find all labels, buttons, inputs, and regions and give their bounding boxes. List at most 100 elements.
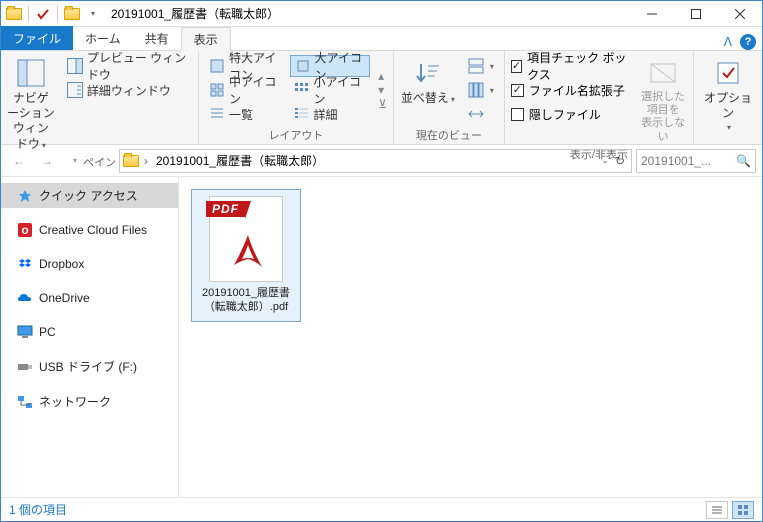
help-icon[interactable]: ?	[740, 34, 756, 50]
nav-up-button[interactable]: ↑	[91, 149, 115, 173]
breadcrumb-folder[interactable]: 20191001_履歴書（転職太郎）	[152, 151, 328, 171]
ribbon-group-layout: 特大アイコン 大アイコン 中アイコン 小アイコン 一覧 詳細 ▴ ▾ ⊻ レイア…	[199, 51, 394, 144]
nav-forward-button[interactable]: →	[35, 149, 59, 173]
sidebar-item-network[interactable]: ネットワーク	[1, 389, 178, 414]
sidebar-item-label: クイック アクセス	[39, 187, 138, 204]
tab-view[interactable]: 表示	[181, 27, 231, 51]
minimize-button[interactable]	[630, 1, 674, 27]
layout-small-label: 小アイコン	[314, 73, 367, 107]
sidebar-item-label: Dropbox	[39, 257, 84, 271]
breadcrumb-sep-icon[interactable]: ›	[144, 154, 148, 168]
group-by-button[interactable]: ▾	[464, 55, 498, 77]
preview-pane-button[interactable]: プレビュー ウィンドウ	[63, 55, 192, 77]
layout-small-button[interactable]: 小アイコン	[290, 79, 371, 101]
quick-access-toolbar: ▾	[1, 5, 105, 23]
view-large-icons-toggle[interactable]	[732, 501, 754, 519]
cc-icon: o	[17, 222, 33, 238]
maximize-button[interactable]	[674, 1, 718, 27]
sidebar-item-label: USB ドライブ (F:)	[39, 358, 137, 375]
qat-dropdown-icon[interactable]: ▾	[83, 5, 101, 23]
ribbon-tabs: ファイル ホーム 共有 表示 ᐱ ?	[1, 27, 762, 51]
sidebar-item-label: Creative Cloud Files	[39, 223, 147, 237]
file-item[interactable]: PDF 20191001_履歴書（転職太郎）.pdf	[191, 189, 301, 322]
file-view[interactable]: PDF 20191001_履歴書（転職太郎）.pdf	[179, 177, 762, 497]
onedrive-icon	[17, 290, 33, 306]
status-item-count: 1 個の項目	[9, 501, 67, 518]
adobe-icon	[228, 231, 268, 275]
ribbon-group-current-view: 並べ替え▾ ▾ ▾ 現在のビュー	[394, 51, 505, 144]
file-extensions-label: ファイル名拡張子	[529, 82, 625, 99]
network-icon	[17, 394, 33, 410]
ribbon-collapse-icon[interactable]: ᐱ	[724, 35, 732, 49]
options-label: オプション	[704, 91, 752, 120]
navigation-pane-label: ナビゲーション ウィンドウ	[7, 91, 55, 151]
close-button[interactable]	[718, 1, 762, 27]
svg-text:o: o	[21, 223, 28, 237]
nav-recent-button[interactable]: ▾	[63, 149, 87, 173]
address-row: ← → ▾ ↑ › 20191001_履歴書（転職太郎） ⌄ ↻ 2019100…	[1, 145, 762, 177]
layout-medium-button[interactable]: 中アイコン	[205, 79, 284, 101]
layout-list-label: 一覧	[229, 106, 253, 123]
address-bar[interactable]: › 20191001_履歴書（転職太郎） ⌄ ↻	[119, 149, 632, 173]
options-button[interactable]: オプション▾	[700, 55, 756, 139]
qat-properties-icon[interactable]	[34, 5, 52, 23]
hide-selected-label: 選択した項目を 表示しない	[639, 91, 687, 144]
preview-pane-label: プレビュー ウィンドウ	[87, 49, 188, 83]
ribbon-group-show-hide: 項目チェック ボックス ファイル名拡張子 隠しファイル 選択した項目を 表示しな…	[505, 51, 694, 144]
sidebar-item-label: PC	[39, 325, 56, 339]
sort-by-button[interactable]: 並べ替え▾	[400, 55, 456, 125]
layout-details-label: 詳細	[314, 106, 338, 123]
hidden-files-checkbox[interactable]: 隠しファイル	[511, 103, 631, 125]
tab-share[interactable]: 共有	[133, 26, 181, 50]
sidebar-item-label: ネットワーク	[39, 393, 111, 410]
layout-details-button[interactable]: 詳細	[290, 103, 371, 125]
details-pane-button[interactable]: 詳細ウィンドウ	[63, 79, 192, 101]
size-columns-button[interactable]	[464, 103, 498, 125]
sidebar-item-onedrive[interactable]: OneDrive	[1, 286, 178, 310]
qat-new-folder-icon[interactable]	[63, 5, 81, 23]
window-title: 20191001_履歴書（転職太郎）	[105, 5, 630, 22]
body: クイック アクセス o Creative Cloud Files Dropbox…	[1, 177, 762, 497]
dropbox-icon	[17, 256, 33, 272]
file-name: 20191001_履歴書（転職太郎）.pdf	[196, 286, 296, 315]
layout-scroll-down-icon[interactable]: ▾	[378, 83, 387, 97]
search-input[interactable]: 20191001_... 🔍	[636, 149, 756, 173]
tab-home[interactable]: ホーム	[73, 26, 133, 50]
status-bar: 1 個の項目	[1, 497, 762, 521]
item-checkboxes-checkbox[interactable]: 項目チェック ボックス	[511, 55, 631, 77]
pc-icon	[17, 324, 33, 340]
hide-selected-button[interactable]: 選択した項目を 表示しない	[639, 55, 687, 144]
file-thumbnail: PDF	[209, 196, 283, 282]
add-columns-button[interactable]: ▾	[464, 79, 498, 101]
sort-by-label: 並べ替え	[401, 91, 449, 105]
refresh-icon[interactable]: ↻	[615, 154, 625, 168]
search-icon: 🔍	[736, 154, 751, 168]
layout-expand-icon[interactable]: ⊻	[378, 97, 387, 111]
sidebar-item-creative-cloud[interactable]: o Creative Cloud Files	[1, 218, 178, 242]
hidden-files-label: 隠しファイル	[529, 106, 601, 123]
sidebar-item-pc[interactable]: PC	[1, 320, 178, 344]
sidebar-item-quick-access[interactable]: クイック アクセス	[1, 183, 178, 208]
view-details-toggle[interactable]	[706, 501, 728, 519]
pdf-badge-icon: PDF	[206, 201, 245, 217]
sidebar-item-label: OneDrive	[39, 291, 90, 305]
group-label-layout: レイアウト	[205, 125, 387, 146]
nav-back-button[interactable]: ←	[7, 149, 31, 173]
ribbon-group-pane: ナビゲーション ウィンドウ▾ プレビュー ウィンドウ 詳細ウィンドウ ペイン	[1, 51, 199, 144]
layout-scroll-up-icon[interactable]: ▴	[378, 69, 387, 83]
ribbon-group-options: オプション▾	[694, 51, 762, 144]
sidebar-item-dropbox[interactable]: Dropbox	[1, 252, 178, 276]
tab-file[interactable]: ファイル	[1, 26, 73, 50]
group-label-current-view: 現在のビュー	[400, 125, 498, 146]
navigation-pane-button[interactable]: ナビゲーション ウィンドウ▾	[7, 55, 55, 152]
ribbon: ナビゲーション ウィンドウ▾ プレビュー ウィンドウ 詳細ウィンドウ ペイン 特…	[1, 51, 762, 145]
sidebar-item-usb[interactable]: USB ドライブ (F:)	[1, 354, 178, 379]
layout-list-button[interactable]: 一覧	[205, 103, 284, 125]
address-dropdown-icon[interactable]: ⌄	[601, 155, 609, 166]
item-checkboxes-label: 項目チェック ボックス	[527, 49, 631, 83]
search-placeholder: 20191001_...	[641, 154, 732, 168]
usb-icon	[17, 359, 33, 375]
file-extensions-checkbox[interactable]: ファイル名拡張子	[511, 79, 631, 101]
address-folder-icon	[122, 152, 140, 170]
app-folder-icon	[5, 5, 23, 23]
